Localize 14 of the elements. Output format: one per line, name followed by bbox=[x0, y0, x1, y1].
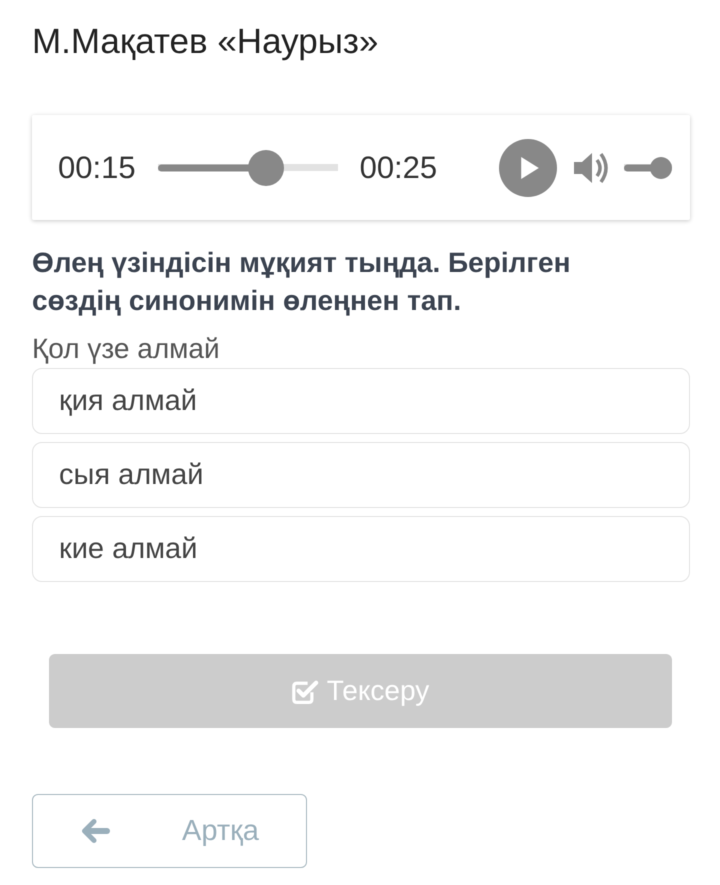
answer-option[interactable]: сыя алмай bbox=[32, 442, 690, 508]
given-word: Қол үзе алмай bbox=[32, 332, 221, 366]
play-icon bbox=[521, 156, 540, 178]
volume-thumb[interactable] bbox=[650, 156, 672, 178]
volume-icon[interactable] bbox=[574, 150, 610, 184]
left-arrow-icon bbox=[82, 819, 110, 843]
progress-thumb[interactable] bbox=[248, 150, 284, 186]
checkbox-tick-icon bbox=[292, 678, 319, 704]
answer-option[interactable]: қия алмай bbox=[32, 368, 690, 434]
page-title: М.Мақатев «Наурыз» bbox=[32, 21, 380, 63]
current-time: 00:15 bbox=[58, 150, 136, 186]
answer-option[interactable]: кие алмай bbox=[32, 516, 690, 582]
duration-time: 00:25 bbox=[360, 150, 438, 186]
question-text: Өлең үзіндісін мұқият тыңда. Берілген сөздің синонимін өлеңнен тап. bbox=[32, 246, 572, 318]
